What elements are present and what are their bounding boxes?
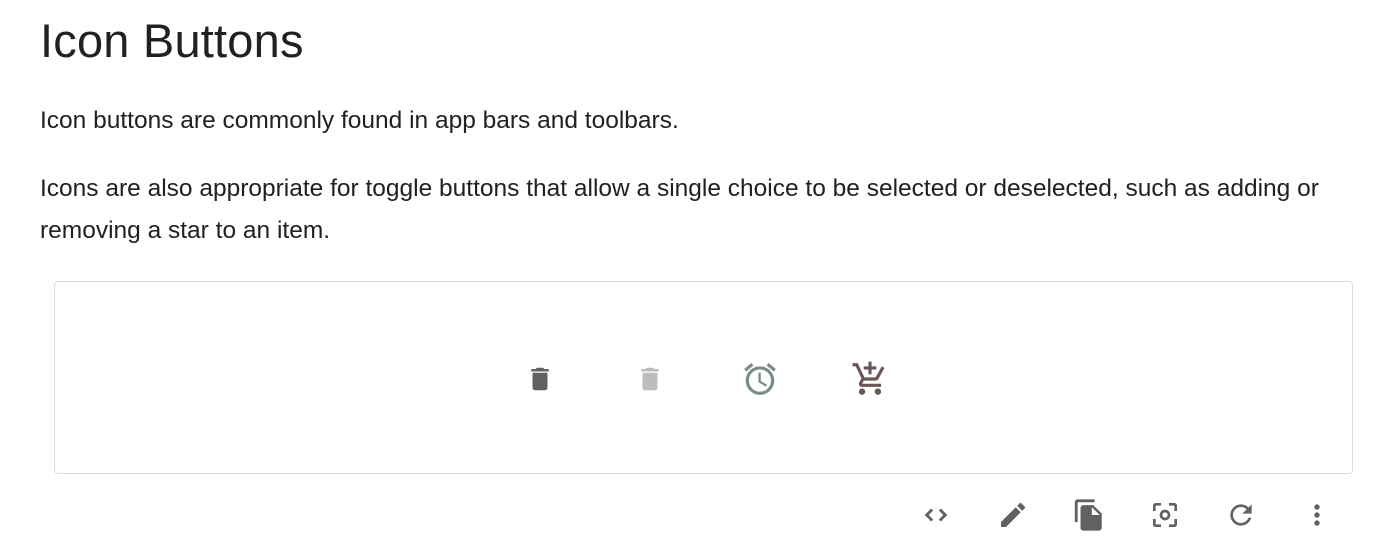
- more-vert-icon: [1301, 499, 1333, 531]
- code-icon: [919, 498, 953, 532]
- screenshot-icon: [1149, 499, 1181, 531]
- delete-icon: [525, 362, 555, 396]
- delete-button[interactable]: [512, 351, 568, 407]
- reset-button[interactable]: [1217, 491, 1265, 539]
- edit-button[interactable]: [989, 491, 1037, 539]
- page: Icon Buttons Icon buttons are commonly f…: [0, 0, 1400, 550]
- more-options-button[interactable]: [1293, 491, 1341, 539]
- edit-icon: [997, 499, 1029, 531]
- add-shopping-cart-icon: [851, 360, 889, 398]
- view-source-button[interactable]: [912, 491, 960, 539]
- demo-container: [54, 281, 1353, 474]
- alarm-icon: [741, 360, 779, 398]
- refresh-icon: [1225, 499, 1257, 531]
- intro-paragraph: Icon buttons are commonly found in app b…: [40, 107, 679, 134]
- fullscreen-button[interactable]: [1141, 491, 1189, 539]
- page-title: Icon Buttons: [40, 14, 304, 67]
- delete-disabled-button: [622, 351, 678, 407]
- toggle-paragraph: Icons are also appropriate for toggle bu…: [40, 175, 1319, 244]
- copy-button[interactable]: [1065, 491, 1113, 539]
- add-to-cart-button[interactable]: [842, 351, 898, 407]
- alarm-button[interactable]: [732, 351, 788, 407]
- delete-icon: [635, 362, 665, 396]
- copy-icon: [1072, 498, 1106, 532]
